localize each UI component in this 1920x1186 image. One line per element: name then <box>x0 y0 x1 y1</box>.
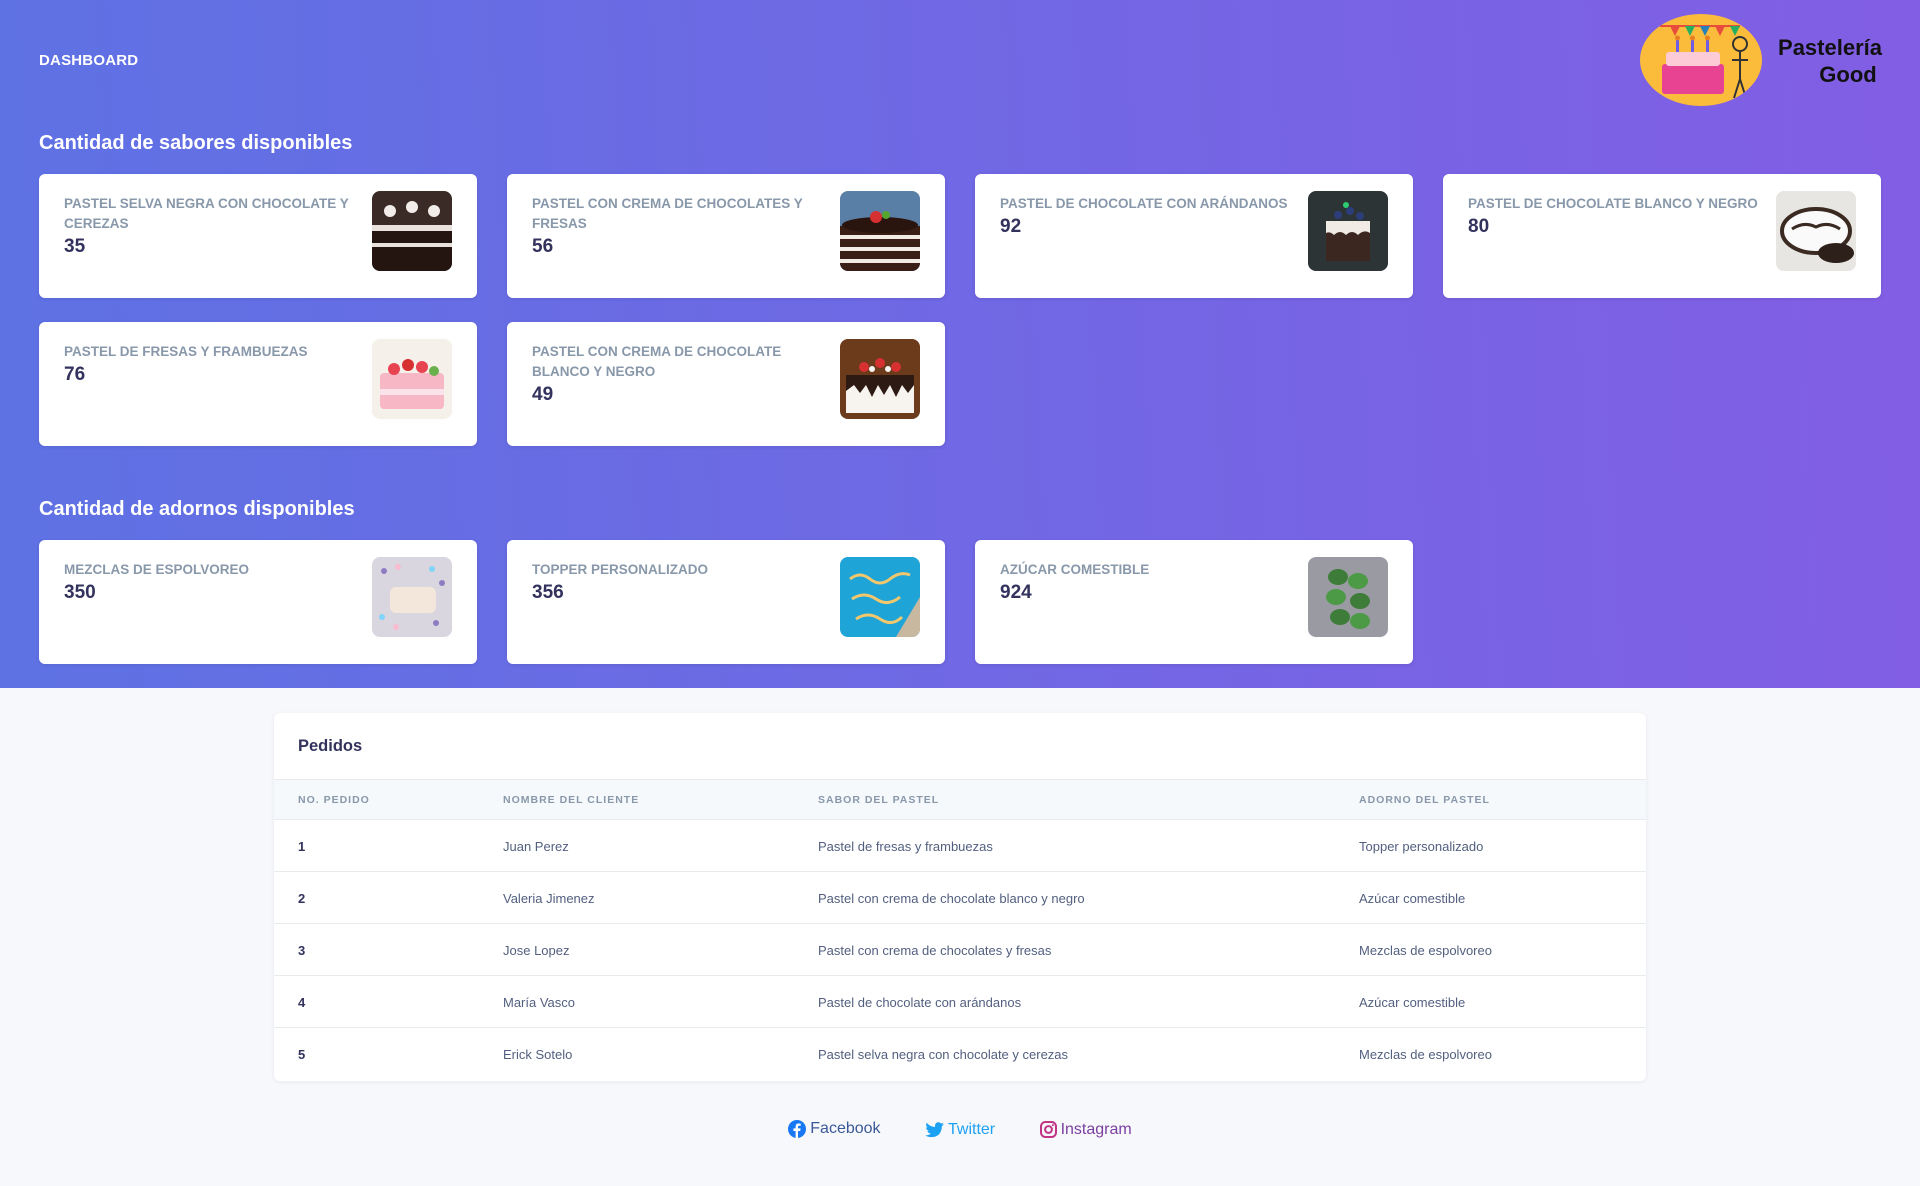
client-name: Jose Lopez <box>503 943 570 958</box>
client-name: Valeria Jimenez <box>503 891 595 906</box>
flavor-card[interactable]: PASTEL CON CREMA DE CHOCOLATES Y FRESAS … <box>507 174 945 298</box>
cake-photo <box>840 191 920 271</box>
table-row[interactable]: 4 María Vasco Pastel de chocolate con ar… <box>274 976 1646 1028</box>
client-name: María Vasco <box>503 995 576 1010</box>
topping-card[interactable]: AZÚCAR COMESTIBLE 924 <box>975 540 1413 664</box>
flavors-section-title: Cantidad de sabores disponibles <box>39 132 353 154</box>
cake-photo <box>372 339 452 419</box>
toppings-section-title: Cantidad de adornos disponibles <box>39 498 355 520</box>
table-row[interactable]: 2 Valeria Jimenez Pastel con crema de ch… <box>274 872 1646 924</box>
cake-flavor: Pastel de fresas y frambuezas <box>818 839 993 854</box>
edible-sugar-photo <box>1308 557 1388 637</box>
column-header[interactable]: NO. PEDIDO <box>298 794 370 806</box>
orders-table-card: Pedidos NO. PEDIDO NOMBRE DEL CLIENTE SA… <box>274 713 1646 1081</box>
twitter-link[interactable]: Twitter <box>925 1121 995 1139</box>
topping-count: 350 <box>64 582 96 603</box>
client-name: Erick Sotelo <box>503 1047 573 1062</box>
flavor-count: 76 <box>64 364 86 385</box>
flavor-card[interactable]: PASTEL DE FRESAS Y FRAMBUEZAS 76 <box>39 322 477 446</box>
flavor-name: PASTEL CON CREMA DE CHOCOLATES Y FRESAS … <box>532 194 822 257</box>
table-row[interactable]: 5 Erick Sotelo Pastel selva negra con ch… <box>274 1028 1646 1080</box>
order-number: 5 <box>298 1047 306 1062</box>
flavor-count: 92 <box>1000 216 1022 237</box>
client-name: Juan Perez <box>503 839 569 854</box>
footer-social-links: Facebook Twitter Instagram <box>0 1120 1920 1150</box>
topping-card[interactable]: MEZCLAS DE ESPOLVOREO 350 <box>39 540 477 664</box>
topping-name: MEZCLAS DE ESPOLVOREO 350 <box>64 560 354 603</box>
topping-name: AZÚCAR COMESTIBLE 924 <box>1000 560 1290 603</box>
instagram-icon <box>1039 1121 1057 1138</box>
cake-flavor: Pastel de chocolate con arándanos <box>818 995 1022 1010</box>
logo-cake-icon <box>1640 14 1762 106</box>
facebook-icon <box>788 1120 807 1138</box>
cake-topping: Azúcar comestible <box>1359 891 1466 906</box>
flavor-card[interactable]: PASTEL DE CHOCOLATE BLANCO Y NEGRO 80 <box>1443 174 1881 298</box>
table-row[interactable]: 1 Juan Perez Pastel de fresas y frambuez… <box>274 820 1646 872</box>
order-number: 4 <box>298 995 306 1010</box>
cake-photo <box>840 339 920 419</box>
flavor-count: 80 <box>1468 216 1490 237</box>
twitter-label: Twitter <box>948 1121 996 1138</box>
instagram-label: Instagram <box>1060 1120 1132 1138</box>
facebook-link[interactable]: Facebook <box>788 1120 881 1138</box>
sprinkles-photo <box>372 557 452 637</box>
cake-photo <box>372 191 452 271</box>
column-header[interactable]: SABOR DEL PASTEL <box>818 794 939 806</box>
cake-topping: Topper personalizado <box>1359 839 1484 854</box>
flavor-name: PASTEL SELVA NEGRA CON CHOCOLATE Y CEREZ… <box>64 194 354 257</box>
logo-line-1: Pastelería <box>1778 35 1882 60</box>
cake-photo <box>1308 191 1388 271</box>
logo-line-2: Good <box>1819 62 1877 87</box>
topping-card[interactable]: TOPPER PERSONALIZADO 356 <box>507 540 945 664</box>
orders-title: Pedidos <box>298 737 363 755</box>
brand-logo[interactable]: Pastelería Good <box>1640 14 1890 106</box>
flavor-name: PASTEL DE CHOCOLATE CON ARÁNDANOS 92 <box>1000 194 1290 237</box>
cake-flavor: Pastel con crema de chocolate blanco y n… <box>818 891 1085 906</box>
flavor-count: 49 <box>532 384 554 405</box>
topper-photo <box>840 557 920 637</box>
order-number: 1 <box>298 839 306 854</box>
flavor-count: 56 <box>532 236 554 257</box>
column-header[interactable]: ADORNO DEL PASTEL <box>1359 794 1490 806</box>
cake-topping: Azúcar comestible <box>1359 995 1466 1010</box>
flavor-name: PASTEL DE CHOCOLATE BLANCO Y NEGRO 80 <box>1468 196 1758 237</box>
cake-photo <box>1776 191 1856 271</box>
orders-table-header: NO. PEDIDO NOMBRE DEL CLIENTE SABOR DEL … <box>274 779 1646 820</box>
flavor-card[interactable]: PASTEL DE CHOCOLATE CON ARÁNDANOS 92 <box>975 174 1413 298</box>
topping-name: TOPPER PERSONALIZADO 356 <box>532 560 822 603</box>
dashboard-header: DASHBOARD Pastelería Good Cantidad de sa… <box>0 0 1920 688</box>
flavor-count: 35 <box>64 236 86 257</box>
topping-count: 924 <box>1000 582 1032 603</box>
logo-text: Pastelería Good <box>1760 34 1900 88</box>
flavor-name: PASTEL CON CREMA DE CHOCOLATE BLANCO Y N… <box>532 342 822 405</box>
cake-flavor: Pastel selva negra con chocolate y cerez… <box>818 1047 1069 1062</box>
topping-count: 356 <box>532 582 564 603</box>
cake-flavor: Pastel con crema de chocolates y fresas <box>818 943 1052 958</box>
flavor-name: PASTEL DE FRESAS Y FRAMBUEZAS 76 <box>64 342 354 385</box>
cake-topping: Mezclas de espolvoreo <box>1359 1047 1492 1062</box>
flavor-card[interactable]: PASTEL CON CREMA DE CHOCOLATE BLANCO Y N… <box>507 322 945 446</box>
column-header[interactable]: NOMBRE DEL CLIENTE <box>503 794 639 806</box>
flavor-card[interactable]: PASTEL SELVA NEGRA CON CHOCOLATE Y CEREZ… <box>39 174 477 298</box>
table-row[interactable]: 3 Jose Lopez Pastel con crema de chocola… <box>274 924 1646 976</box>
twitter-icon <box>925 1122 944 1138</box>
cake-topping: Mezclas de espolvoreo <box>1359 943 1492 958</box>
dashboard-title[interactable]: DASHBOARD <box>39 52 138 69</box>
instagram-link[interactable]: Instagram <box>1039 1120 1132 1139</box>
order-number: 2 <box>298 891 306 906</box>
facebook-label: Facebook <box>810 1120 881 1137</box>
order-number: 3 <box>298 943 306 958</box>
